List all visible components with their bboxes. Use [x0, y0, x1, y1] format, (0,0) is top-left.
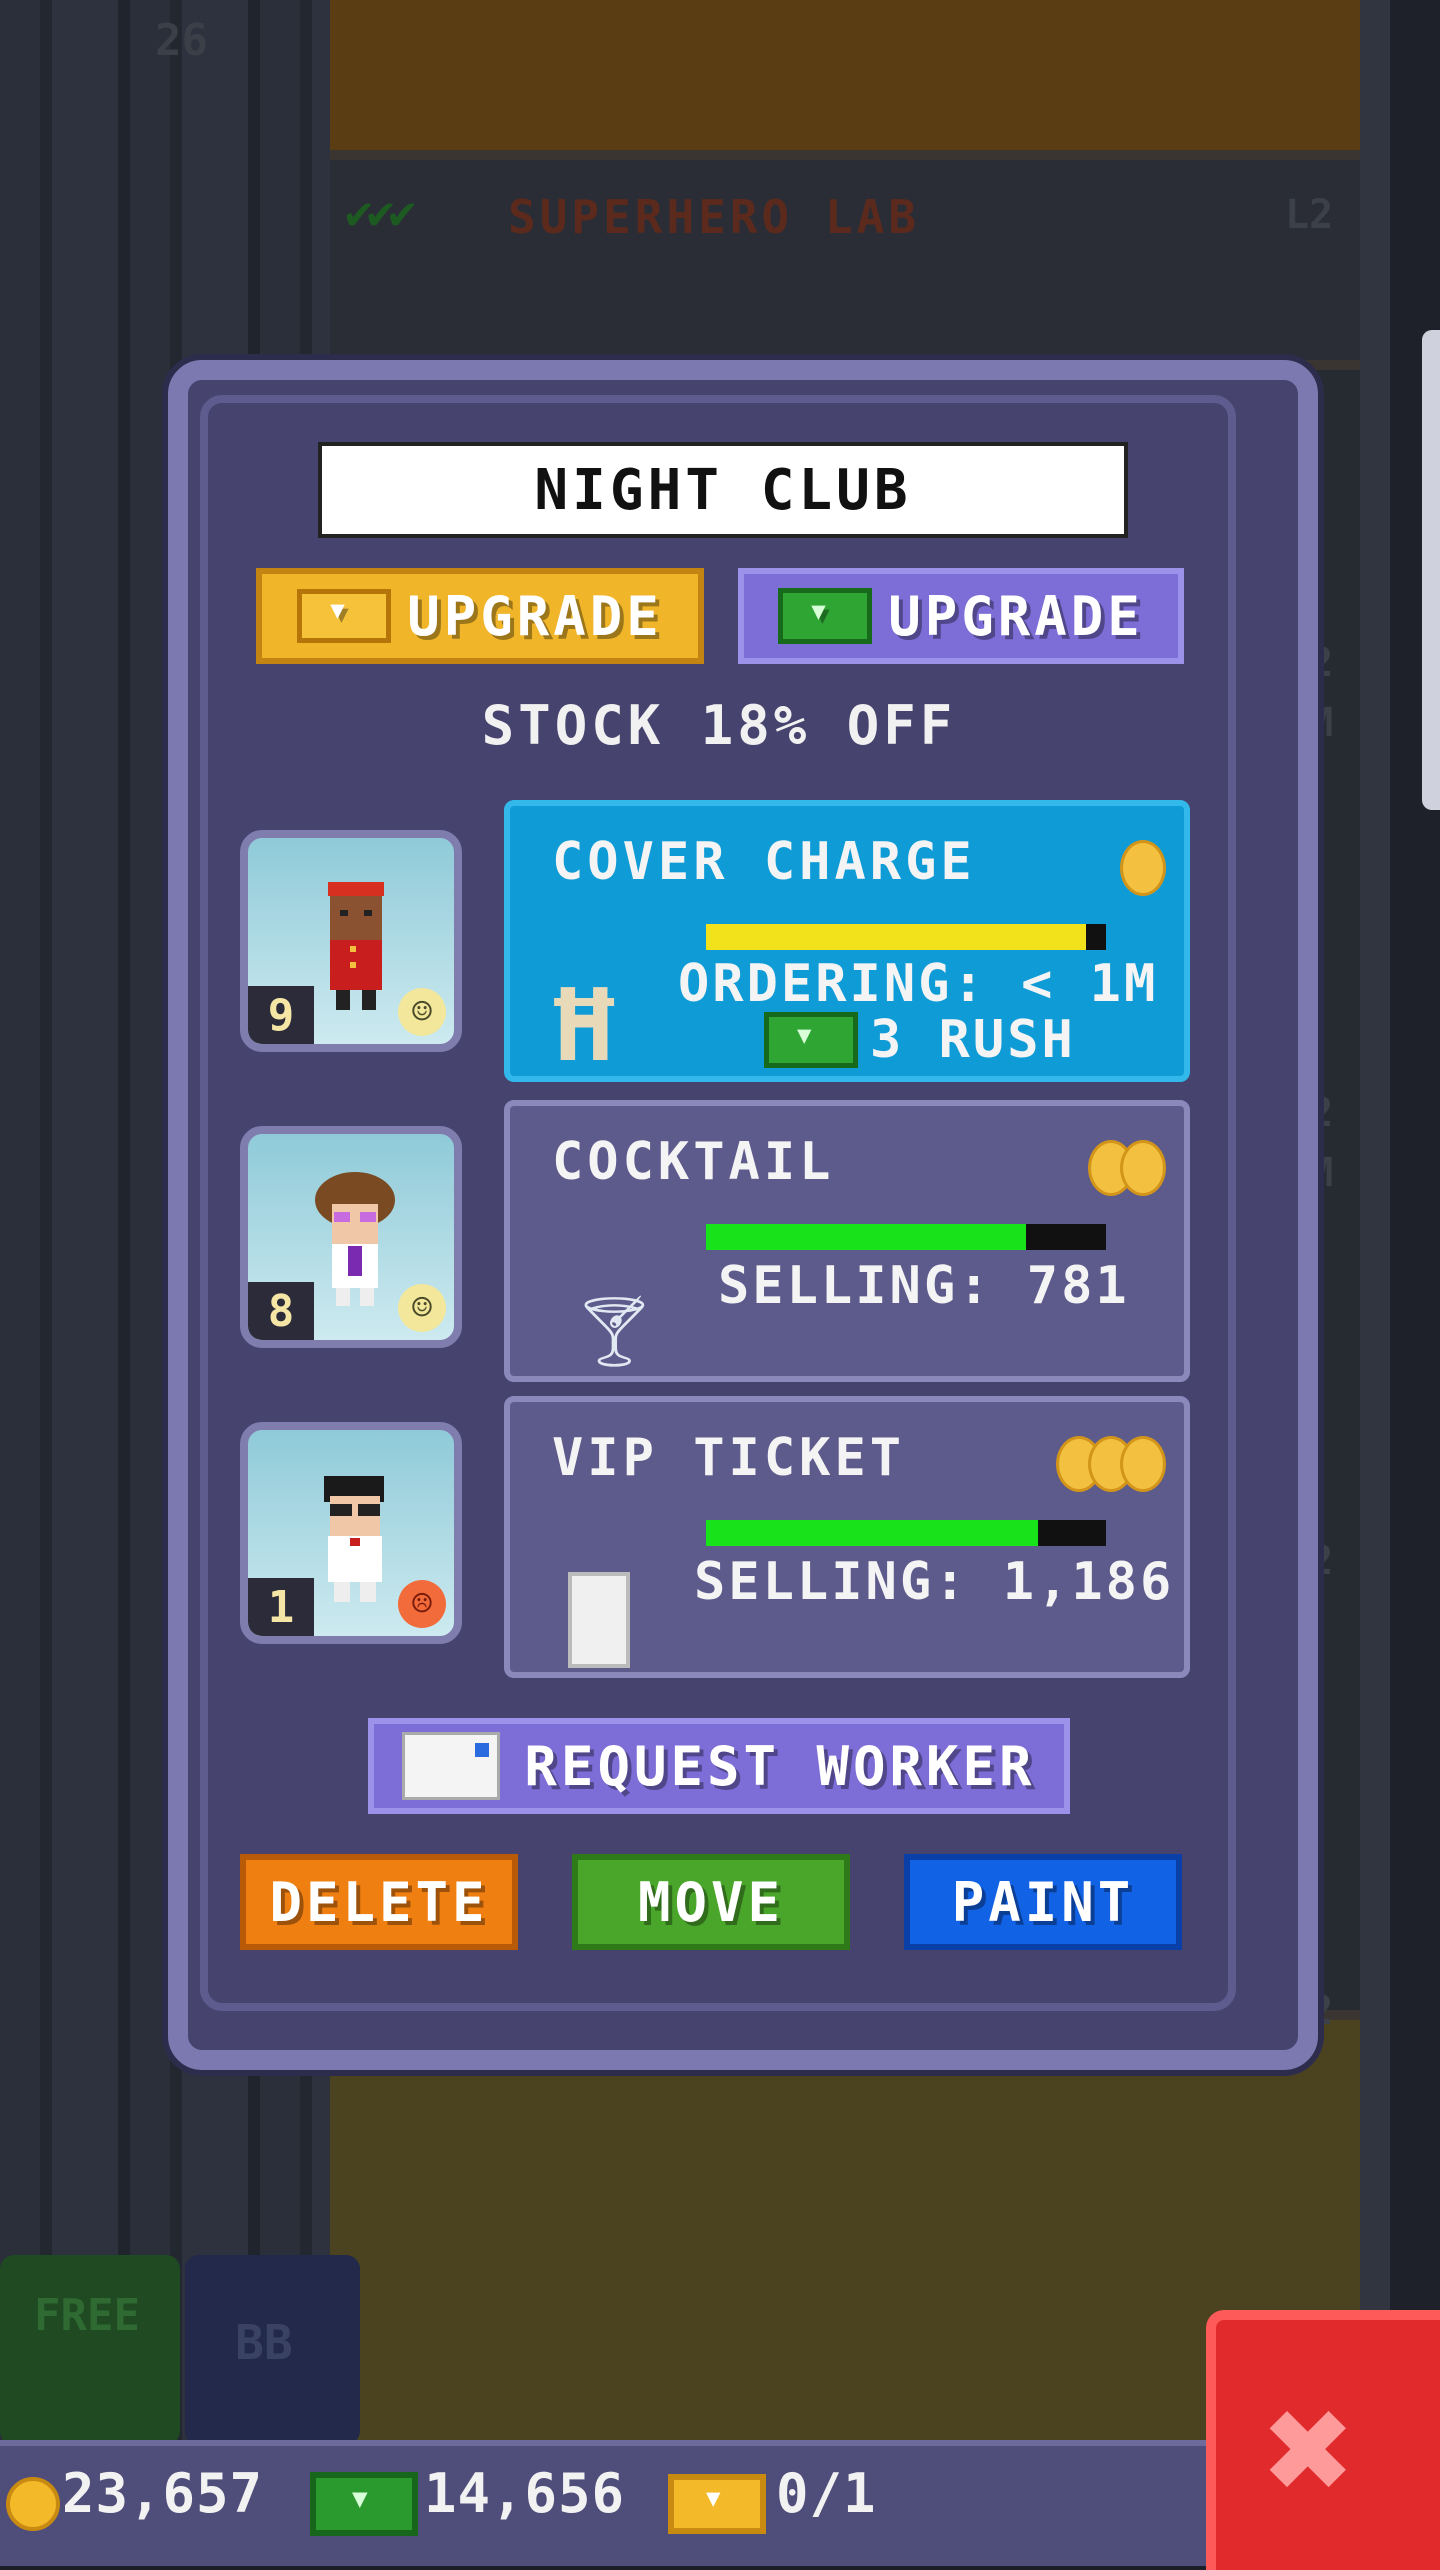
worker-slot-1[interactable]: 9 ☺: [240, 830, 462, 1052]
rush-label-row: 3 RUSH: [764, 1010, 1076, 1070]
move-button[interactable]: MOVE: [572, 1854, 850, 1950]
product-progress-bar: [706, 924, 1106, 950]
upgrade-gold-button[interactable]: UPGRADE: [256, 568, 704, 664]
coin-tier-icon: [1088, 1140, 1166, 1196]
check-icons: ✔✔✔: [345, 185, 416, 239]
coin-icon: [6, 2477, 60, 2531]
vip-ticket-icon: [568, 1572, 630, 1668]
elvis-worker-avatar-icon: [324, 1476, 384, 1602]
cocktail-glass-icon: 🍸︎: [570, 1290, 659, 1372]
dialog-title: NIGHT CLUB: [318, 442, 1128, 538]
delete-button[interactable]: DELETE: [240, 1854, 518, 1950]
upgrade-bux-label: UPGRADE: [888, 584, 1144, 648]
product-status: SELLING: 781: [718, 1256, 1130, 1316]
product-card-cover-charge[interactable]: COVER CHARGE Ħ ORDERING: < 1M 3 RUSH: [504, 800, 1190, 1082]
product-card-cocktail[interactable]: COCKTAIL 🍸︎ SELLING: 781: [504, 1100, 1190, 1382]
tower-bux-icon: [778, 588, 873, 644]
product-name: COVER CHARGE: [552, 832, 976, 892]
golden-ticket-icon: [297, 589, 392, 643]
close-icon: ✖: [1265, 2363, 1356, 2537]
progress-fill: [706, 1224, 1026, 1250]
free-bux-label: FREE: [34, 2290, 140, 2341]
product-status: SELLING: 1,186: [694, 1552, 1175, 1612]
upgrade-bux-button[interactable]: UPGRADE: [738, 568, 1184, 664]
golden-ticket-icon: [668, 2474, 766, 2534]
happy-face-icon: ☺: [398, 1284, 446, 1332]
rush-label: 3 RUSH: [870, 1010, 1076, 1070]
request-worker-label: REQUEST WORKER: [524, 1734, 1036, 1798]
tower-bux-icon: [764, 1012, 858, 1068]
product-card-vip-ticket[interactable]: VIP TICKET SELLING: 1,186: [504, 1396, 1190, 1678]
coins-count: 23,657: [62, 2462, 264, 2525]
happy-face-icon: ☺: [398, 988, 446, 1036]
worker-slot-3[interactable]: 1 ☹: [240, 1422, 462, 1644]
tickets-count: 0/1: [776, 2462, 877, 2525]
product-progress-bar: [706, 1224, 1106, 1250]
stock-discount-text: STOCK 18% OFF: [481, 694, 957, 757]
bux-count: 14,656: [424, 2462, 626, 2525]
disco-worker-avatar-icon: [315, 1172, 395, 1306]
request-worker-button[interactable]: REQUEST WORKER: [368, 1718, 1070, 1814]
free-bux-button[interactable]: [0, 2255, 180, 2445]
product-name: COCKTAIL: [552, 1132, 835, 1192]
worker-level-badge: 8: [248, 1282, 314, 1340]
bb-label: BB: [235, 2315, 293, 2371]
floor-superhero-lab-interior: [330, 0, 1360, 162]
upgrade-gold-label: UPGRADE: [407, 584, 663, 648]
bellhop-avatar-icon: [328, 882, 384, 1010]
product-progress-bar: [706, 1520, 1106, 1546]
product-status: ORDERING: < 1M: [678, 954, 1159, 1014]
paint-button[interactable]: PAINT: [904, 1854, 1182, 1950]
progress-fill: [706, 1520, 1038, 1546]
worker-level-badge: 9: [248, 986, 314, 1044]
tower-bux-icon: [310, 2472, 418, 2536]
product-name: VIP TICKET: [552, 1428, 906, 1488]
progress-fill: [706, 924, 1086, 950]
worker-slot-2[interactable]: 8 ☺: [240, 1126, 462, 1348]
floor-level: L2: [1285, 192, 1334, 238]
worker-level-badge: 1: [248, 1578, 314, 1636]
unhappy-face-icon: ☹: [398, 1580, 446, 1628]
scroll-indicator[interactable]: [1422, 330, 1440, 810]
coin-tier-icon: [1056, 1436, 1166, 1492]
floor-number: 26: [155, 15, 208, 66]
floor-name: SUPERHERO LAB: [508, 190, 921, 244]
coin-tier-icon: [1120, 840, 1166, 896]
velvet-rope-icon: Ħ: [554, 967, 615, 1084]
envelope-icon: [402, 1732, 501, 1800]
